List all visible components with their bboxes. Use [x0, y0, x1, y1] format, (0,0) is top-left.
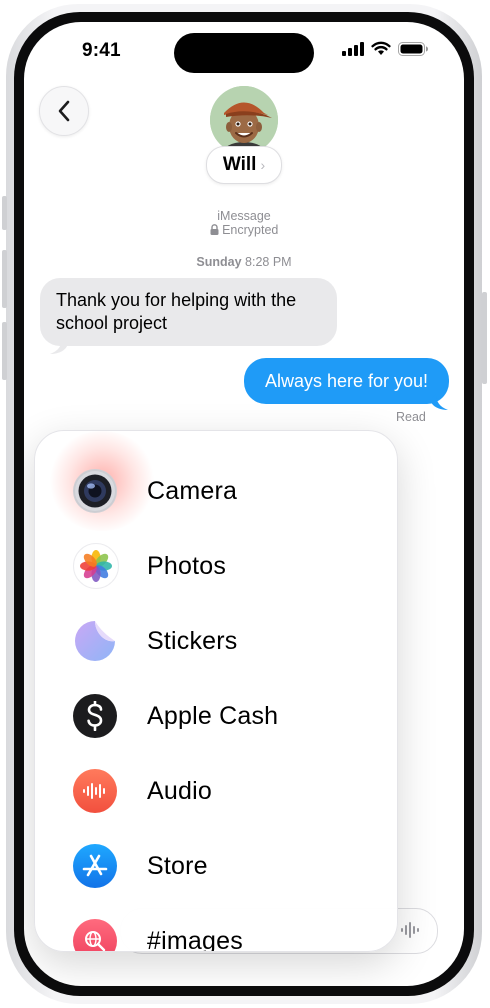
contact-avatar[interactable] — [210, 86, 278, 154]
menu-item-label: Stickers — [147, 626, 238, 655]
menu-item-label: Audio — [147, 776, 212, 805]
camera-icon — [73, 469, 117, 513]
menu-item-stickers[interactable]: Stickers — [35, 609, 397, 673]
timestamp-time: 8:28 PM — [245, 255, 292, 269]
memoji-avatar-icon — [210, 86, 278, 154]
images-search-icon — [73, 919, 117, 951]
volume-up-button — [2, 250, 7, 308]
dynamic-island — [174, 33, 314, 73]
battery-icon — [398, 42, 428, 56]
menu-item-label: Apple Cash — [147, 701, 279, 730]
menu-item-label: #images — [147, 926, 243, 952]
menu-item-camera[interactable]: Camera — [35, 459, 397, 523]
photos-icon — [73, 543, 119, 589]
chevron-left-icon — [58, 100, 70, 122]
app-store-icon — [73, 844, 117, 888]
action-button — [2, 196, 7, 230]
status-icons — [342, 41, 428, 56]
read-receipt: Read — [396, 410, 426, 424]
lock-icon — [210, 224, 219, 235]
phone-screen: 9:41 Will › iMessage Encrypted Sunday 8:… — [24, 22, 464, 986]
volume-down-button — [2, 322, 7, 380]
message-timestamp: Sunday 8:28 PM — [24, 255, 464, 269]
outgoing-message-bubble[interactable]: Always here for you! — [244, 358, 449, 404]
status-time: 9:41 — [82, 40, 121, 61]
dictation-waveform-icon[interactable] — [400, 920, 420, 940]
wifi-icon — [371, 41, 391, 55]
timestamp-day: Sunday — [196, 255, 242, 269]
apple-cash-icon — [73, 694, 117, 738]
menu-item-audio[interactable]: Audio — [35, 759, 397, 823]
side-button — [482, 292, 487, 384]
menu-item-photos[interactable]: Photos — [35, 534, 397, 598]
menu-item-store[interactable]: Store — [35, 834, 397, 898]
incoming-bubble-tail — [50, 338, 68, 354]
menu-item-label: Photos — [147, 551, 227, 580]
menu-item-images[interactable]: #images — [35, 909, 397, 952]
stickers-icon — [73, 619, 117, 663]
menu-item-label: Camera — [147, 476, 238, 505]
encryption-label: Encrypted — [24, 223, 464, 237]
incoming-message-bubble[interactable]: Thank you for helping with the school pr… — [40, 278, 337, 346]
service-label: iMessage — [217, 209, 271, 223]
cellular-signal-icon — [342, 42, 364, 56]
menu-item-apple-cash[interactable]: Apple Cash — [35, 684, 397, 748]
menu-item-label: Store — [147, 851, 208, 880]
chevron-right-icon: › — [260, 157, 266, 173]
audio-icon — [73, 769, 117, 813]
encryption-text: Encrypted — [222, 223, 279, 237]
contact-name-button[interactable]: Will › — [206, 146, 282, 184]
contact-name: Will — [222, 154, 257, 175]
back-button[interactable] — [39, 86, 89, 136]
apps-menu: Camera Photos Stickers Apple Cash Audio … — [34, 430, 398, 952]
outgoing-bubble-tail — [432, 394, 448, 410]
